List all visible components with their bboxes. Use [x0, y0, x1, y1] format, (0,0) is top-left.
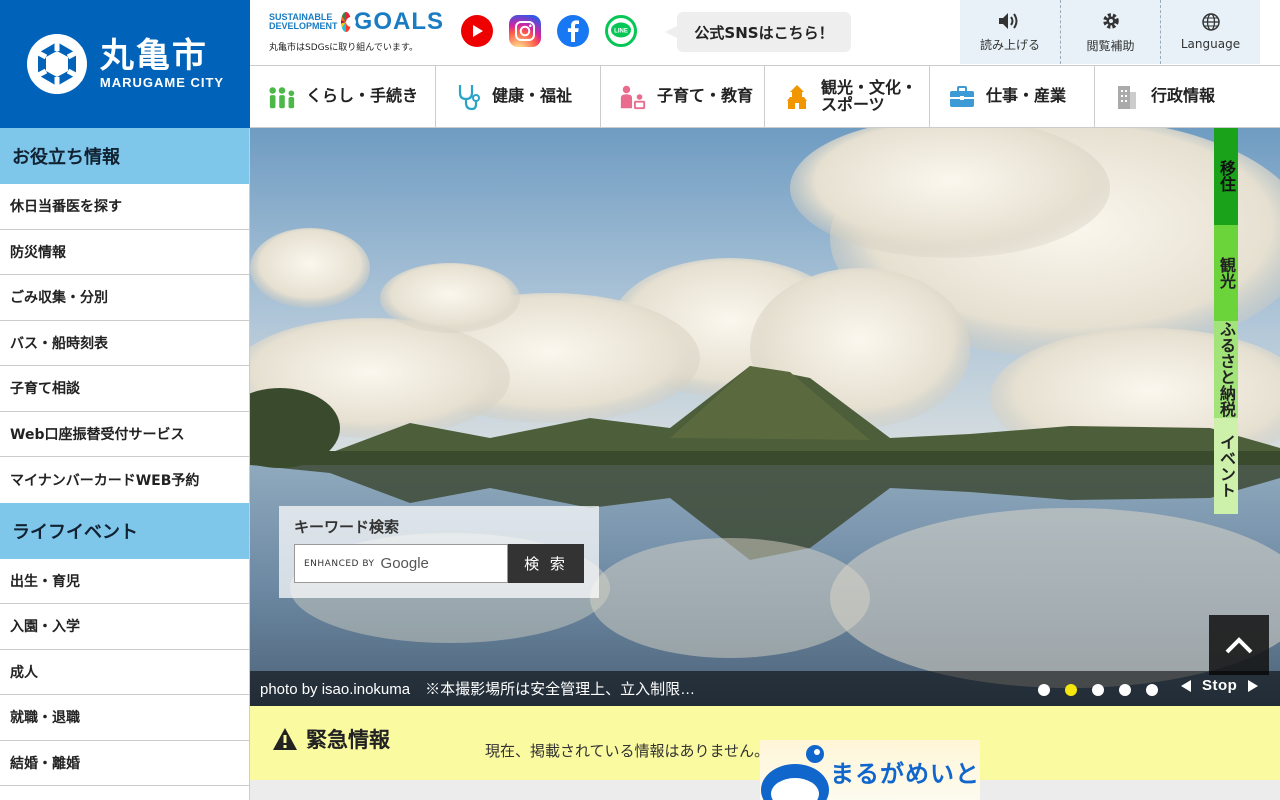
briefcase-icon	[948, 83, 976, 111]
sdgs-goals: GOALS	[353, 8, 444, 35]
sidebar-item-web-transfer[interactable]: Web口座振替受付サービス	[0, 412, 249, 457]
sidebar-item-garbage[interactable]: ごみ収集・分別	[0, 275, 249, 321]
slider-stop-button[interactable]: Stop	[1202, 677, 1237, 694]
language-label: Language	[1180, 37, 1241, 51]
sidebar-item-holiday-doctor[interactable]: 休日当番医を探す	[0, 184, 249, 230]
nav-tourism-label: 観光・文化・ スポーツ	[821, 79, 917, 114]
sidebar-useful-title: お役立ち情報	[0, 128, 249, 184]
slider-dot-2[interactable]	[1065, 684, 1077, 696]
top-bar: SUSTAINABLE DEVELOPMENT GOALS 丸亀市はSDGsに取…	[250, 0, 1280, 65]
youtube-icon[interactable]	[461, 15, 493, 47]
slider-dot-4[interactable]	[1119, 684, 1131, 696]
logo-name-en: MARUGAME CITY	[99, 75, 225, 91]
emergency-text: 現在、掲載されている情報はありません。	[485, 742, 770, 760]
slider-caption-bar: photo by isao.inokuma ※本撮影場所は安全管理上、立入制限……	[250, 671, 1280, 706]
nav-tourism[interactable]: 観光・文化・ スポーツ	[765, 66, 930, 127]
nav-childcare[interactable]: 子育て・教育	[601, 66, 765, 127]
search-label: キーワード検索	[294, 518, 400, 536]
instagram-icon[interactable]	[509, 15, 541, 47]
side-tab-tourism[interactable]: 観光	[1214, 224, 1238, 321]
sidebar-life-title: ライフイベント	[0, 502, 249, 559]
sidebar-item-marriage[interactable]: 結婚・離婚	[0, 741, 249, 786]
accessibility-button[interactable]: 閲覧補助	[1060, 0, 1160, 64]
warning-icon	[273, 728, 297, 750]
nav-government[interactable]: 行政情報	[1095, 66, 1280, 127]
emergency-title-text: 緊急情報	[306, 728, 390, 752]
sdgs-note: 丸亀市はSDGsに取り組んでいます。	[269, 43, 418, 53]
sns-callout: 公式SNSはこちら！	[665, 12, 851, 52]
nav-work[interactable]: 仕事・産業	[930, 66, 1095, 127]
google-brand: Google	[380, 555, 429, 572]
mascot-icon	[761, 745, 829, 800]
sidebar-item-disaster[interactable]: 防災情報	[0, 230, 249, 275]
family-icon	[619, 83, 647, 111]
sidebar-item-job[interactable]: 就職・退職	[0, 695, 249, 741]
building-icon	[1113, 83, 1141, 111]
language-button[interactable]: Language	[1160, 0, 1260, 64]
slider-dot-5[interactable]	[1146, 684, 1158, 696]
logo-text: 丸亀市 MARUGAME CITY	[99, 35, 225, 91]
search-input[interactable]: ENHANCED BY Google	[294, 544, 508, 583]
search-row: ENHANCED BY Google 検 索	[294, 544, 584, 583]
nav-health-label: 健康・福祉	[492, 86, 573, 106]
svg-text:LINE: LINE	[614, 29, 628, 35]
sdgs-wheel-icon	[340, 12, 356, 32]
next-slide-icon[interactable]	[1247, 679, 1259, 693]
sidebar-item-school[interactable]: 入園・入学	[0, 604, 249, 650]
banner-text: まるがめいと	[830, 760, 980, 788]
nav-health[interactable]: 健康・福祉	[436, 66, 601, 127]
prev-slide-icon[interactable]	[1180, 679, 1192, 693]
sdgs-banner[interactable]: SUSTAINABLE DEVELOPMENT GOALS 丸亀市はSDGsに取…	[269, 10, 444, 54]
side-tab-furusato[interactable]: ふるさと納税	[1214, 321, 1238, 418]
slider-dot-3[interactable]	[1092, 684, 1104, 696]
nav-childcare-label: 子育て・教育	[657, 86, 754, 106]
chevron-up-icon	[1225, 637, 1253, 654]
sidebar-item-adult[interactable]: 成人	[0, 650, 249, 695]
photo-caption: photo by isao.inokuma ※本撮影場所は安全管理上、立入制限…	[260, 681, 696, 698]
side-tabs: 移住 観光 ふるさと納税 イベント	[1214, 128, 1280, 514]
accessibility-label: 閲覧補助	[1086, 38, 1135, 53]
nav-work-label: 仕事・産業	[986, 86, 1067, 106]
sidebar: お役立ち情報 休日当番医を探す 防災情報 ごみ収集・分別 バス・船時刻表 子育て…	[0, 128, 250, 800]
gear-icon	[1102, 12, 1119, 29]
sdgs-line2: DEVELOPMENT	[269, 21, 338, 31]
sdgs-logo: SUSTAINABLE DEVELOPMENT GOALS	[269, 10, 444, 34]
nav-government-label: 行政情報	[1151, 86, 1216, 106]
stethoscope-icon	[454, 83, 482, 111]
side-tab-events[interactable]: イベント	[1214, 417, 1238, 514]
slider-dots	[1038, 684, 1158, 696]
site-logo[interactable]: 丸亀市 MARUGAME CITY	[0, 0, 250, 128]
read-aloud-label: 読み上げる	[979, 37, 1040, 52]
speaker-icon	[999, 12, 1018, 29]
sidebar-item-childcare-consult[interactable]: 子育て相談	[0, 366, 249, 412]
nav-tourism-label-line2: スポーツ	[821, 94, 885, 114]
marugame-mate-banner[interactable]: まるがめいと	[760, 740, 980, 800]
nav-living[interactable]: くらし・手続き	[250, 66, 436, 127]
utility-tools: 読み上げる 閲覧補助 Language	[960, 0, 1260, 64]
keyword-search: キーワード検索 ENHANCED BY Google 検 索	[279, 506, 599, 598]
slider-dot-1[interactable]	[1038, 684, 1050, 696]
search-enhanced-text: ENHANCED BY	[304, 558, 375, 569]
city-emblem-icon	[26, 34, 87, 94]
hero-photo	[250, 128, 1280, 706]
logo-name-jp: 丸亀市	[99, 35, 208, 76]
side-tab-migration[interactable]: 移住	[1214, 128, 1238, 225]
facebook-icon[interactable]	[557, 15, 589, 47]
read-aloud-button[interactable]: 読み上げる	[960, 0, 1060, 64]
sns-links: LINE	[461, 15, 637, 47]
sidebar-item-birth[interactable]: 出生・育児	[0, 559, 249, 604]
line-icon[interactable]: LINE	[605, 15, 637, 47]
globe-icon	[1201, 13, 1220, 31]
search-button[interactable]: 検 索	[508, 544, 584, 583]
castle-icon	[783, 83, 811, 111]
emergency-title: 緊急情報	[272, 724, 390, 754]
main-navigation: くらし・手続き 健康・福祉 子育て・教育 観光・文化・ スポーツ 仕事・産業 行…	[250, 65, 1280, 128]
nav-living-label: くらし・手続き	[306, 86, 419, 106]
slider-controls: Stop	[1180, 677, 1259, 694]
sidebar-item-timetable[interactable]: バス・船時刻表	[0, 321, 249, 366]
people-icon	[268, 83, 296, 111]
hero-slider: キーワード検索 ENHANCED BY Google 検 索 移住 観光 ふるさ…	[250, 128, 1280, 706]
back-to-top-button[interactable]	[1209, 615, 1269, 675]
sidebar-item-mynumber[interactable]: マイナンバーカードWEB予約	[0, 457, 249, 503]
